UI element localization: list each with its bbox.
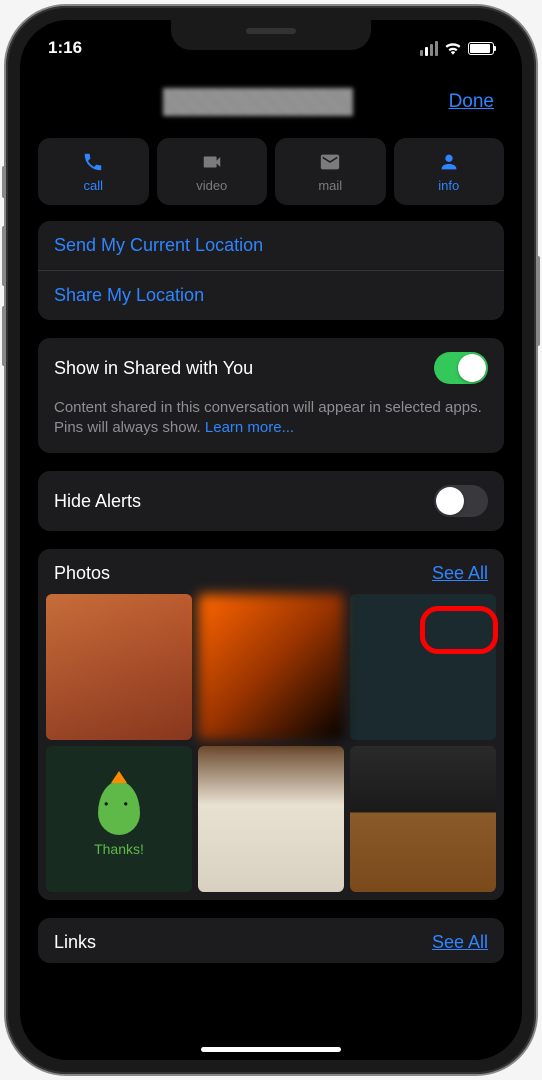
video-label: video: [196, 178, 227, 193]
title-row: Done: [38, 64, 504, 128]
location-card: Send My Current Location Share My Locati…: [38, 221, 504, 320]
volume-up-button[interactable]: [2, 226, 6, 286]
call-button[interactable]: call: [38, 138, 149, 205]
learn-more-link[interactable]: Learn more...: [205, 419, 294, 436]
home-indicator[interactable]: [201, 1047, 341, 1052]
photos-card: Photos See All Thanks!: [38, 549, 504, 900]
cellular-signal-icon: [420, 41, 438, 56]
content: Done call video mail info: [20, 64, 522, 963]
volume-down-button[interactable]: [2, 306, 6, 366]
status-right: [420, 41, 494, 56]
links-header: Links See All: [38, 918, 504, 963]
info-button[interactable]: info: [394, 138, 505, 205]
hide-alerts-label: Hide Alerts: [54, 491, 141, 512]
photos-see-all[interactable]: See All: [432, 563, 488, 584]
hide-alerts-toggle[interactable]: [434, 485, 488, 517]
photo-thumbnail[interactable]: [350, 594, 496, 740]
call-label: call: [83, 178, 103, 193]
photo-thumbnail[interactable]: Thanks!: [46, 746, 192, 892]
video-icon: [200, 150, 224, 174]
photo-thumbnail[interactable]: [46, 594, 192, 740]
send-current-location[interactable]: Send My Current Location: [38, 221, 504, 271]
sticker-icon: [98, 781, 140, 835]
links-card: Links See All: [38, 918, 504, 963]
phone-frame: 1:16 Done call video: [6, 6, 536, 1074]
info-icon: [437, 150, 461, 174]
photo-grid: Thanks!: [38, 594, 504, 900]
mail-icon: [318, 150, 342, 174]
done-button[interactable]: Done: [449, 91, 494, 113]
wifi-icon: [444, 41, 462, 55]
photos-title: Photos: [54, 563, 110, 584]
silence-switch[interactable]: [2, 166, 6, 198]
thanks-label: Thanks!: [94, 841, 144, 857]
mail-button[interactable]: mail: [275, 138, 386, 205]
shared-with-you-desc: Content shared in this conversation will…: [38, 398, 504, 453]
shared-with-you-label: Show in Shared with You: [54, 358, 253, 379]
share-my-location[interactable]: Share My Location: [38, 271, 504, 320]
info-label: info: [438, 178, 459, 193]
mail-label: mail: [318, 178, 342, 193]
hide-alerts-card: Hide Alerts: [38, 471, 504, 531]
hide-alerts-row: Hide Alerts: [38, 471, 504, 531]
photo-thumbnail[interactable]: [350, 746, 496, 892]
shared-with-you-toggle[interactable]: [434, 352, 488, 384]
links-title: Links: [54, 932, 96, 953]
status-time: 1:16: [48, 38, 82, 58]
video-button[interactable]: video: [157, 138, 268, 205]
phone-screen: 1:16 Done call video: [20, 20, 522, 1060]
photo-thumbnail[interactable]: [198, 594, 344, 740]
shared-with-you-row: Show in Shared with You: [38, 338, 504, 398]
power-button[interactable]: [536, 256, 540, 346]
contact-name-redacted: [163, 88, 353, 116]
links-see-all[interactable]: See All: [432, 932, 488, 953]
shared-with-you-card: Show in Shared with You Content shared i…: [38, 338, 504, 453]
battery-icon: [468, 42, 494, 55]
notch: [171, 20, 371, 50]
photos-header: Photos See All: [38, 549, 504, 594]
photo-thumbnail[interactable]: [198, 746, 344, 892]
phone-icon: [81, 150, 105, 174]
action-row: call video mail info: [38, 128, 504, 221]
